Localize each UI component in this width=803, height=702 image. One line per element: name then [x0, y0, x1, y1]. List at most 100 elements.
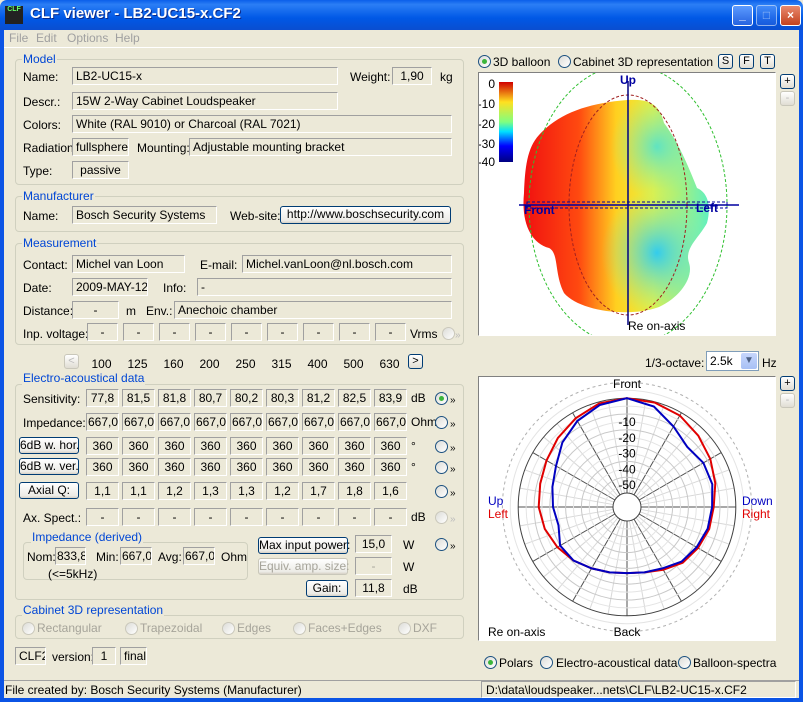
- menu-file[interactable]: File: [9, 31, 28, 45]
- cabinet-radio-1[interactable]: [125, 622, 138, 635]
- data-cell[interactable]: 80,3: [266, 389, 299, 407]
- data-cell[interactable]: 83,9: [374, 389, 407, 407]
- voltage-field[interactable]: -: [87, 323, 118, 341]
- max-input-power-button[interactable]: Max input power:: [258, 537, 350, 554]
- view-front-button[interactable]: F: [739, 54, 754, 69]
- view-top-button[interactable]: T: [760, 54, 775, 69]
- cabinet-radio-4[interactable]: [398, 622, 411, 635]
- prev-frequencies-button[interactable]: <: [64, 354, 79, 369]
- max-input-power-field[interactable]: 15,0: [355, 535, 392, 553]
- distance-field[interactable]: -: [72, 301, 119, 319]
- balloon-view[interactable]: 0 -10 -20 -30 -40 Up Front Left Re on-ax…: [478, 72, 776, 336]
- manufacturer-name-field[interactable]: Bosch Security Systems: [72, 206, 217, 224]
- voltage-field[interactable]: -: [231, 323, 262, 341]
- view-side-button[interactable]: S: [718, 54, 733, 69]
- data-cell[interactable]: 360: [122, 437, 155, 455]
- max-power-radio[interactable]: [435, 538, 448, 551]
- view-balloon-spectra-radio[interactable]: [678, 656, 691, 669]
- avg-field[interactable]: 667,0: [183, 547, 215, 565]
- voltage-field[interactable]: -: [339, 323, 370, 341]
- data-cell[interactable]: 1,1: [86, 482, 119, 500]
- voltage-field[interactable]: -: [303, 323, 334, 341]
- data-cell[interactable]: 360: [86, 437, 119, 455]
- data-cell[interactable]: 667,0: [338, 413, 371, 431]
- cabinet-radio-3[interactable]: [293, 622, 306, 635]
- data-cell[interactable]: 667,0: [122, 413, 155, 431]
- view-polars-radio[interactable]: [484, 656, 497, 669]
- voltage-field[interactable]: -: [267, 323, 298, 341]
- data-cell[interactable]: 360: [302, 437, 335, 455]
- data-cell[interactable]: 360: [122, 458, 155, 476]
- data-cell[interactable]: -: [158, 508, 191, 526]
- row-button-2[interactable]: 6dB w. hor.: [19, 437, 79, 454]
- data-cell[interactable]: 360: [194, 437, 227, 455]
- data-cell[interactable]: 360: [374, 437, 407, 455]
- chevron-down-icon[interactable]: ▼: [741, 353, 757, 369]
- data-cell[interactable]: 360: [158, 458, 191, 476]
- version-status-field[interactable]: final: [120, 647, 147, 665]
- radiation-field[interactable]: fullsphere: [72, 138, 129, 156]
- data-cell[interactable]: 360: [266, 458, 299, 476]
- data-cell[interactable]: 1,7: [302, 482, 335, 500]
- data-cell[interactable]: 667,0: [86, 413, 119, 431]
- balloon-zoom-in-button[interactable]: +: [780, 74, 795, 89]
- balloon-mode-radio[interactable]: [478, 55, 491, 68]
- date-field[interactable]: 2009-MAY-12: [72, 278, 148, 296]
- data-cell[interactable]: 77,8: [86, 389, 119, 407]
- min-field[interactable]: 667,0: [120, 547, 152, 565]
- data-cell[interactable]: 1,2: [158, 482, 191, 500]
- data-cell[interactable]: 360: [230, 437, 263, 455]
- data-cell[interactable]: 360: [230, 458, 263, 476]
- model-name-field[interactable]: LB2-UC15-x: [72, 67, 338, 85]
- cabinet-radio-2[interactable]: [222, 622, 235, 635]
- data-cell[interactable]: 667,0: [266, 413, 299, 431]
- data-cell[interactable]: 360: [86, 458, 119, 476]
- data-cell[interactable]: 82,5: [338, 389, 371, 407]
- data-cell[interactable]: 81,5: [122, 389, 155, 407]
- data-cell[interactable]: -: [86, 508, 119, 526]
- equiv-amp-size-field[interactable]: -: [355, 557, 392, 575]
- minimize-button[interactable]: _: [732, 5, 753, 26]
- app-icon[interactable]: CLF: [5, 6, 23, 24]
- data-cell[interactable]: 80,2: [230, 389, 263, 407]
- data-cell[interactable]: 1,3: [194, 482, 227, 500]
- row-radio-1[interactable]: [435, 416, 448, 429]
- polar-zoom-out-button[interactable]: -: [780, 393, 795, 408]
- contact-field[interactable]: Michel van Loon: [72, 255, 185, 273]
- data-cell[interactable]: 1,3: [230, 482, 263, 500]
- data-cell[interactable]: -: [266, 508, 299, 526]
- data-cell[interactable]: 1,6: [374, 482, 407, 500]
- data-cell[interactable]: -: [230, 508, 263, 526]
- mounting-field[interactable]: Adjustable mounting bracket: [189, 138, 452, 156]
- data-cell[interactable]: 80,7: [194, 389, 227, 407]
- data-cell[interactable]: 360: [374, 458, 407, 476]
- data-cell[interactable]: -: [338, 508, 371, 526]
- data-cell[interactable]: 360: [302, 458, 335, 476]
- data-cell[interactable]: 360: [194, 458, 227, 476]
- gain-field[interactable]: 11,8: [355, 579, 392, 597]
- voltage-field[interactable]: -: [195, 323, 226, 341]
- row-radio-0[interactable]: [435, 392, 448, 405]
- menu-help[interactable]: Help: [115, 31, 140, 45]
- voltage-field[interactable]: -: [123, 323, 154, 341]
- colors-field[interactable]: White (RAL 9010) or Charcoal (RAL 7021): [72, 115, 452, 133]
- equiv-amp-size-button[interactable]: Equiv. amp. size:: [258, 558, 349, 575]
- voltage-field[interactable]: -: [375, 323, 406, 341]
- polar-zoom-in-button[interactable]: +: [780, 376, 795, 391]
- data-cell[interactable]: 667,0: [302, 413, 335, 431]
- data-cell[interactable]: 360: [266, 437, 299, 455]
- row-radio-3[interactable]: [435, 461, 448, 474]
- row-radio-2[interactable]: [435, 440, 448, 453]
- data-cell[interactable]: 81,8: [158, 389, 191, 407]
- maximize-button[interactable]: □: [756, 5, 777, 26]
- balloon-zoom-out-button[interactable]: -: [780, 91, 795, 106]
- view-electro-radio[interactable]: [540, 656, 553, 669]
- cabinet-mode-radio[interactable]: [558, 55, 571, 68]
- version-field[interactable]: 1: [92, 647, 116, 665]
- format-field[interactable]: CLF2: [15, 647, 46, 665]
- data-cell[interactable]: 1,1: [122, 482, 155, 500]
- data-cell[interactable]: 360: [158, 437, 191, 455]
- row-radio-4[interactable]: [435, 485, 448, 498]
- gain-button[interactable]: Gain:: [306, 580, 348, 597]
- data-cell[interactable]: 667,0: [230, 413, 263, 431]
